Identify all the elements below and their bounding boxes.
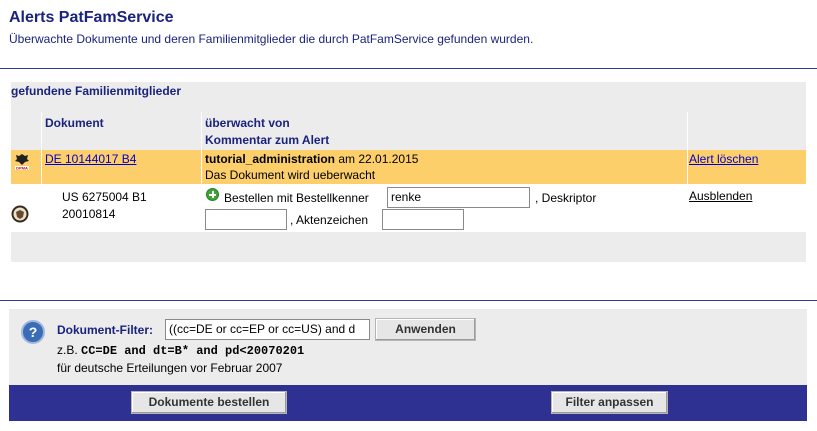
row-separator	[41, 150, 42, 184]
file-reference-label: , Aktenzeichen	[290, 213, 369, 227]
filter-example-description: für deutsche Erteilungen vor Februar 200…	[57, 361, 283, 375]
adjust-filter-button[interactable]: Filter anpassen	[551, 391, 668, 414]
example-query: CC=DE and dt=B* and pd<20070201	[81, 344, 305, 358]
column-header-document: Dokument	[45, 116, 104, 130]
row-separator	[687, 150, 688, 184]
apply-filter-button[interactable]: Anwenden	[375, 318, 476, 341]
hide-link[interactable]: Ausblenden	[689, 189, 752, 203]
row-separator	[201, 150, 202, 184]
column-header-comment: Kommentar zum Alert	[205, 133, 330, 147]
descriptor-label: , Deskriptor	[535, 191, 597, 205]
column-header-watched-by: überwacht von	[205, 116, 290, 130]
help-icon[interactable]: ?	[21, 320, 45, 344]
plus-icon[interactable]	[206, 188, 219, 201]
watcher-user: tutorial_administration	[205, 152, 336, 166]
descriptor-input[interactable]	[205, 209, 287, 230]
uspto-seal-icon	[11, 205, 29, 223]
order-documents-button[interactable]: Dokumente bestellen	[131, 391, 287, 414]
dpma-logo-icon: DPMA	[15, 154, 29, 171]
filter-label: Dokument-Filter:	[57, 323, 153, 337]
top-divider	[0, 68, 817, 69]
action-bar	[9, 385, 807, 421]
family-document: US 6275004 B1 20010814	[62, 189, 147, 223]
header-separator	[201, 112, 202, 150]
header-separator	[687, 112, 688, 150]
order-code-input[interactable]: renke	[387, 187, 530, 208]
header-separator	[41, 112, 42, 150]
middle-divider	[0, 300, 817, 301]
document-filter-input[interactable]: ((cc=DE or cc=EP or cc=US) and d	[165, 319, 370, 340]
order-label: Bestellen mit Bestellkenner	[224, 191, 369, 205]
watch-date: am 22.01.2015	[335, 152, 419, 166]
example-prefix: z.B.	[57, 343, 82, 357]
watcher: tutorial_administration am 22.01.2015	[205, 152, 418, 166]
family-document-number: US 6275004 B1	[62, 190, 147, 204]
alert-comment: Das Dokument wird ueberwacht	[205, 168, 376, 182]
section-title: gefundene Familienmitglieder	[11, 84, 182, 98]
page-subtitle: Überwachte Dokumente und deren Familienm…	[9, 32, 534, 46]
file-reference-input[interactable]	[382, 209, 464, 230]
svg-text:DPMA: DPMA	[16, 166, 28, 171]
page-title: Alerts PatFamService	[9, 9, 174, 26]
family-document-date: 20010814	[62, 207, 116, 221]
document-link[interactable]: DE 10144017 B4	[45, 152, 136, 166]
delete-alert-link[interactable]: Alert löschen	[689, 152, 758, 166]
filter-example: z.B. CC=DE and dt=B* and pd<20070201	[57, 343, 304, 358]
